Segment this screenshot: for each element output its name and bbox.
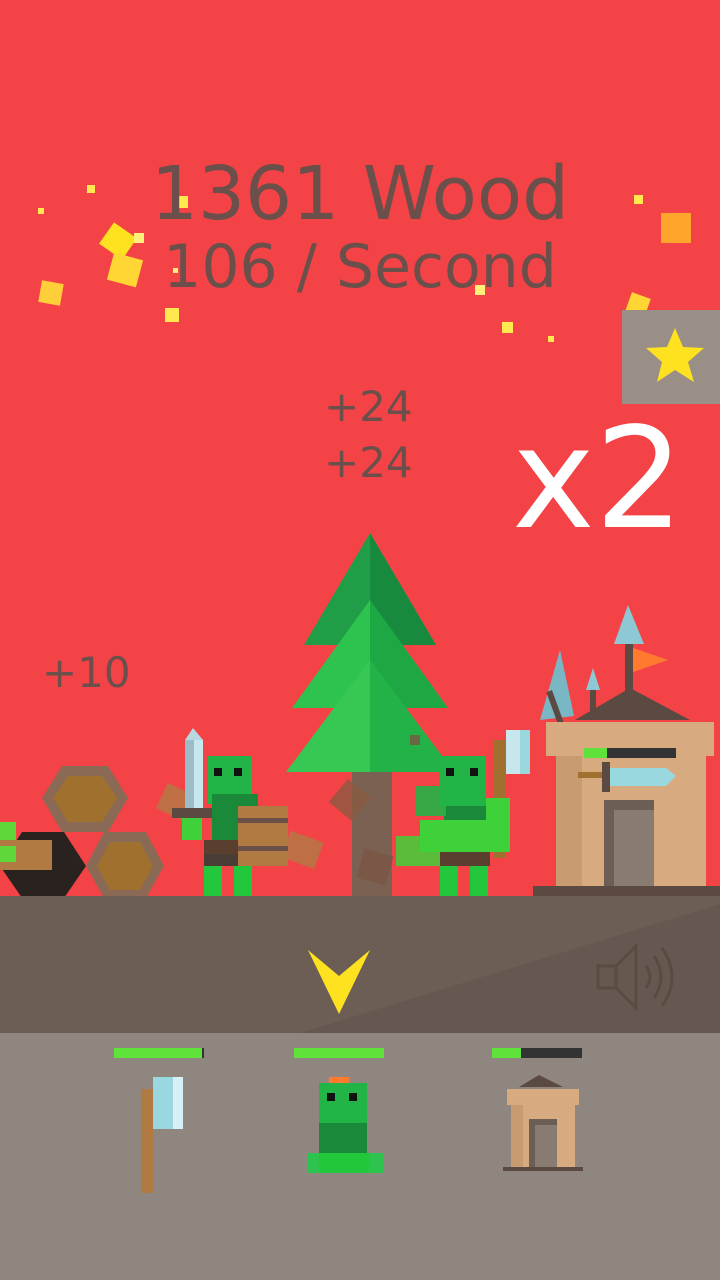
shop-item-orc[interactable]	[289, 1045, 389, 1185]
progress-bar	[492, 1048, 582, 1058]
shop-item-axe[interactable]	[109, 1045, 209, 1193]
axe-icon	[141, 1077, 183, 1193]
chevron-down-icon	[308, 950, 370, 1014]
progress-bar	[294, 1048, 384, 1058]
tower	[533, 605, 720, 896]
floating-gain: +24	[324, 438, 413, 487]
multiplier-label: x2	[512, 398, 684, 561]
orc-warrior-sword	[172, 728, 288, 896]
wood-per-second: 106 / Second	[163, 232, 557, 302]
wood-count: 1361 Wood	[150, 151, 570, 237]
sound-toggle-button[interactable]	[590, 938, 686, 1018]
collapse-shop-button[interactable]	[306, 948, 372, 1016]
shop-item-tower[interactable]	[487, 1045, 587, 1185]
speaker-icon	[596, 942, 674, 1012]
orc-icon	[307, 1077, 383, 1173]
floating-gain: +24	[324, 382, 413, 431]
star-icon	[646, 328, 704, 382]
tower-icon	[503, 1075, 583, 1171]
progress-bar	[114, 1048, 204, 1058]
log-pile	[0, 766, 164, 898]
star-button[interactable]	[622, 310, 720, 404]
floating-gain: +10	[42, 648, 131, 697]
